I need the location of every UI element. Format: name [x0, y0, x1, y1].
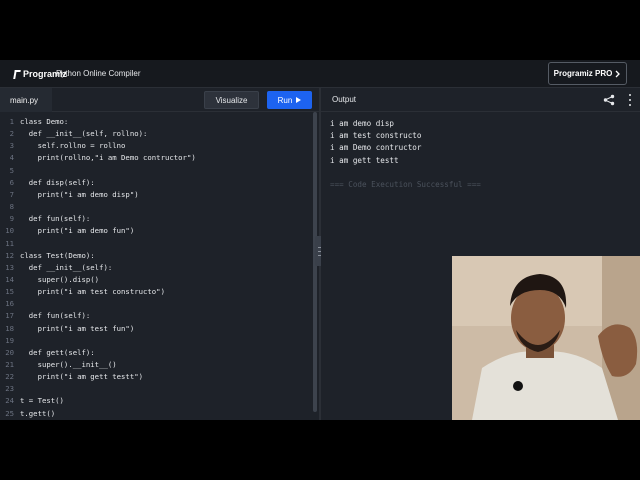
- execution-status: === Code Execution Successful ===: [330, 179, 481, 189]
- code-text[interactable]: class Test(Demo):: [20, 250, 95, 262]
- output-line: i am test constructo: [330, 131, 422, 141]
- code-line[interactable]: 21 super().__init__(): [0, 359, 312, 371]
- visualize-button[interactable]: Visualize: [204, 91, 259, 109]
- line-number: 16: [5, 299, 14, 309]
- code-line[interactable]: 12 class Test(Demo):: [0, 250, 312, 262]
- code-editor[interactable]: 1 class Demo: 2 def __init__(self, rollno)…: [0, 112, 319, 420]
- code-text[interactable]: t.gett(): [20, 408, 55, 420]
- code-line[interactable]: 15 print("i am test constructo"): [0, 286, 312, 298]
- code-line[interactable]: 22 print("i am gett testt"): [0, 371, 312, 383]
- code-line[interactable]: 18 print("i am test fun"): [0, 323, 312, 335]
- line-number: 8: [9, 202, 14, 212]
- output-line: i am demo disp: [330, 119, 395, 128]
- code-line[interactable]: 3 self.rollno = rollno: [0, 140, 312, 152]
- code-text[interactable]: class Demo:: [20, 116, 68, 128]
- code-line[interactable]: 11: [0, 238, 312, 250]
- code-line[interactable]: 16: [0, 298, 312, 310]
- line-number: 5: [9, 165, 14, 175]
- code-text[interactable]: def fun(self):: [20, 310, 91, 322]
- line-number: 19: [5, 335, 14, 345]
- line-number: 17: [5, 311, 14, 321]
- code-line[interactable]: 25 t.gett(): [0, 408, 312, 420]
- line-number: 6: [9, 177, 14, 187]
- code-line[interactable]: 19: [0, 335, 312, 347]
- code-text[interactable]: self.rollno = rollno: [20, 140, 126, 152]
- line-number: 20: [5, 347, 14, 357]
- code-line[interactable]: 6 def disp(self):: [0, 177, 312, 189]
- programiz-pro-button[interactable]: Programiz PRO: [548, 62, 627, 85]
- code-text[interactable]: print("i am test fun"): [20, 323, 135, 335]
- top-header: Programiz Python Online Compiler Program…: [0, 60, 640, 88]
- line-number: 21: [5, 360, 14, 369]
- code-line[interactable]: 14 super().disp(): [0, 274, 312, 286]
- logo-mark-icon: [13, 69, 21, 79]
- code-line[interactable]: 20 def gett(self):: [0, 347, 312, 359]
- file-tab-main-py[interactable]: main.py: [0, 88, 52, 112]
- line-number: 14: [5, 274, 14, 284]
- code-text[interactable]: t = Test(): [20, 395, 64, 407]
- line-number: 24: [5, 396, 14, 406]
- app-title: Python Online Compiler: [56, 69, 141, 78]
- code-line[interactable]: 10 print("i am demo fun"): [0, 225, 312, 237]
- line-number: 2: [9, 129, 14, 139]
- code-line[interactable]: 8: [0, 201, 312, 213]
- code-line[interactable]: 5: [0, 165, 312, 177]
- code-text[interactable]: def gett(self):: [20, 347, 95, 359]
- line-number: 22: [5, 372, 14, 382]
- letterbox-bottom: [0, 420, 640, 480]
- more-vertical-icon[interactable]: [628, 94, 632, 106]
- share-icon[interactable]: [603, 94, 615, 106]
- line-number: 4: [9, 153, 14, 163]
- code-text[interactable]: super().disp(): [20, 274, 100, 286]
- line-number: 25: [5, 408, 14, 418]
- line-number: 18: [5, 323, 14, 333]
- code-line[interactable]: 13 def __init__(self):: [0, 262, 312, 274]
- output-title: Output: [332, 95, 357, 104]
- line-number: 12: [5, 250, 14, 260]
- output-line: i am Demo contructor: [330, 143, 422, 153]
- pro-button-label: Programiz PRO: [553, 69, 613, 78]
- code-text[interactable]: super().__init__(): [20, 359, 117, 371]
- line-number: 7: [9, 189, 14, 199]
- code-line[interactable]: 24 t = Test(): [0, 395, 312, 407]
- code-line[interactable]: 4 print(rollno,"i am Demo contructor"): [0, 152, 312, 164]
- webcam-overlay: [452, 256, 640, 420]
- code-text[interactable]: def disp(self):: [20, 177, 95, 189]
- line-number: 23: [5, 384, 14, 394]
- code-line[interactable]: 1 class Demo:: [0, 116, 312, 128]
- line-number: 10: [5, 226, 14, 236]
- chevron-right-icon: [615, 70, 621, 77]
- line-number: 1: [9, 117, 14, 126]
- line-number: 9: [9, 214, 14, 224]
- code-text[interactable]: print(rollno,"i am Demo contructor"): [20, 152, 196, 164]
- play-icon: [296, 97, 302, 103]
- code-text[interactable]: print("i am gett testt"): [20, 371, 143, 383]
- code-text[interactable]: print("i am demo fun"): [20, 225, 135, 237]
- code-text[interactable]: print("i am demo disp"): [20, 189, 139, 201]
- output-line: i am gett testt: [330, 155, 399, 165]
- line-number: 15: [5, 287, 14, 297]
- code-text[interactable]: print("i am test constructo"): [20, 286, 165, 298]
- code-line[interactable]: 9 def fun(self):: [0, 213, 312, 225]
- code-line[interactable]: 2 def __init__(self, rollno):: [0, 128, 312, 140]
- run-button[interactable]: Run: [267, 91, 312, 109]
- editor-scrollbar[interactable]: [312, 112, 318, 420]
- run-button-label: Run: [277, 95, 293, 105]
- code-text[interactable]: def fun(self):: [20, 213, 91, 225]
- letterbox-top: [0, 0, 640, 60]
- line-number: 13: [5, 262, 14, 272]
- line-number: 3: [9, 141, 14, 151]
- code-line[interactable]: 17 def fun(self):: [0, 310, 312, 322]
- code-text[interactable]: def __init__(self):: [20, 262, 112, 274]
- code-line[interactable]: 7 print("i am demo disp"): [0, 189, 312, 201]
- presenter-video-image: [452, 256, 640, 420]
- code-line[interactable]: 23: [0, 383, 312, 395]
- code-text[interactable]: def __init__(self, rollno):: [20, 128, 148, 140]
- line-number: 11: [5, 238, 14, 248]
